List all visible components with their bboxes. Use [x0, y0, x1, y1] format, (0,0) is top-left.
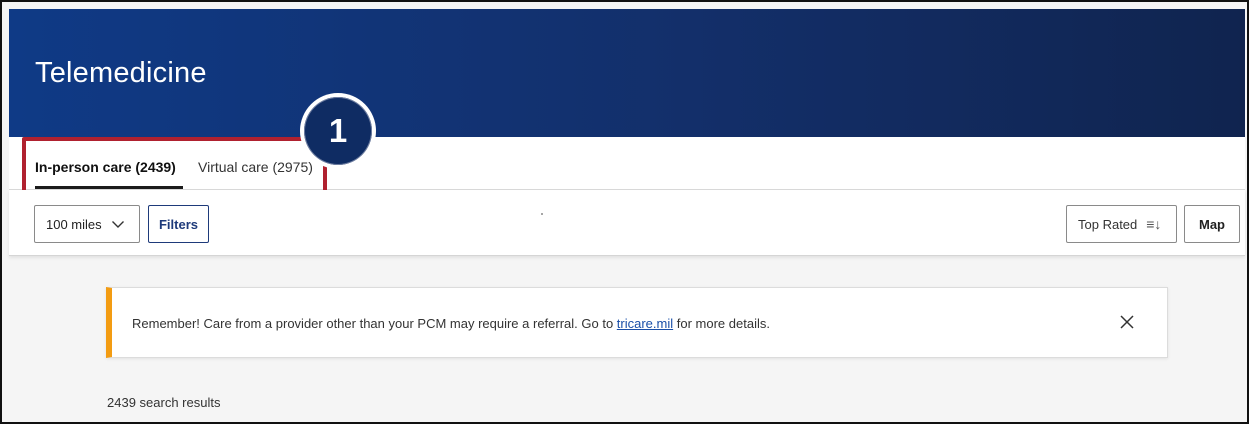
page-title: Telemedicine — [35, 57, 207, 89]
search-results-count: 2439 search results — [107, 395, 221, 410]
sort-descending-icon: ≡↓ — [1146, 216, 1162, 232]
filters-button[interactable]: Filters — [148, 205, 209, 243]
distance-label: 100 miles — [46, 216, 102, 232]
notice-text-before: Remember! Care from a provider other tha… — [132, 316, 617, 331]
chevron-down-icon — [111, 221, 124, 228]
tabs-highlight-annotation — [22, 137, 327, 196]
referral-notice: Remember! Care from a provider other tha… — [106, 287, 1168, 358]
map-button[interactable]: Map — [1184, 205, 1240, 243]
notice-text-after: for more details. — [673, 316, 770, 331]
tricare-link[interactable]: tricare.mil — [617, 316, 673, 331]
loading-dot — [541, 213, 543, 215]
sort-label: Top Rated — [1078, 216, 1138, 232]
step-callout-number: 1 — [304, 97, 372, 165]
step-callout-badge: 1 — [300, 93, 376, 169]
notice-message: Remember! Care from a provider other tha… — [132, 316, 770, 331]
distance-dropdown[interactable]: 100 miles — [34, 205, 140, 243]
sort-dropdown[interactable]: Top Rated ≡↓ — [1066, 205, 1177, 243]
screenshot-frame: Telemedicine In-person care (2439) Virtu… — [0, 0, 1249, 424]
page-header: Telemedicine — [9, 9, 1245, 137]
close-icon[interactable] — [1117, 312, 1137, 332]
results-toolbar: 100 miles Filters Top Rated ≡↓ Map — [9, 190, 1245, 256]
